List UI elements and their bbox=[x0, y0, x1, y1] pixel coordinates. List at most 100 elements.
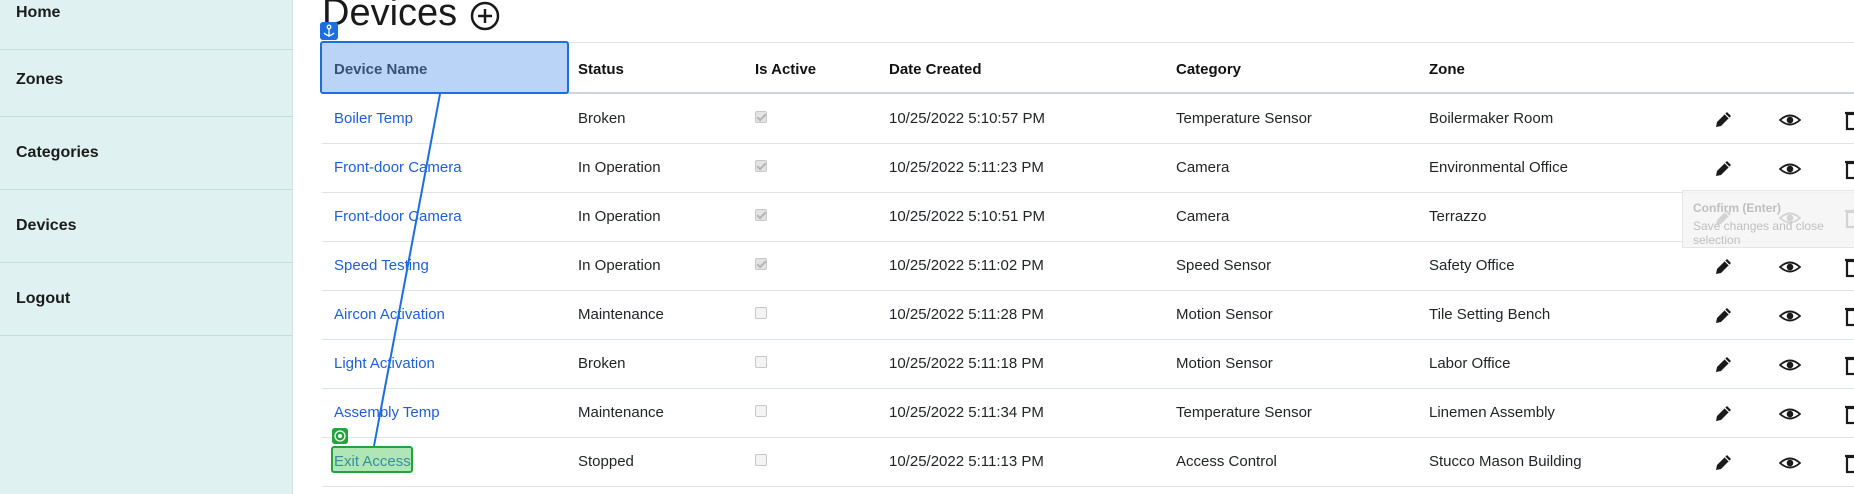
column-header-category[interactable]: Category bbox=[1176, 48, 1241, 92]
eye-icon[interactable] bbox=[1779, 403, 1801, 425]
trash-icon[interactable] bbox=[1844, 354, 1854, 376]
row-divider bbox=[322, 192, 1854, 193]
device-name-link[interactable]: Boiler Temp bbox=[334, 109, 413, 129]
sidebar-item-zones[interactable]: Zones bbox=[0, 44, 292, 117]
status-cell: Maintenance bbox=[578, 305, 664, 323]
confirm-tooltip: Confirm (Enter) Save changes and close s… bbox=[1682, 190, 1854, 248]
row-divider bbox=[322, 143, 1854, 144]
sidebar-item-home[interactable]: Home bbox=[0, 0, 292, 50]
category-cell: Temperature Sensor bbox=[1176, 109, 1312, 127]
trash-icon[interactable] bbox=[1844, 109, 1854, 131]
sidebar-item-categories[interactable]: Categories bbox=[0, 117, 292, 190]
sidebar-item-label: Home bbox=[16, 4, 61, 21]
category-cell: Motion Sensor bbox=[1176, 305, 1273, 323]
date-created-cell: 10/25/2022 5:10:51 PM bbox=[889, 207, 1045, 225]
is-active-checkbox[interactable] bbox=[755, 355, 767, 368]
trash-icon[interactable] bbox=[1844, 305, 1854, 327]
pencil-icon[interactable] bbox=[1712, 158, 1734, 180]
row-divider bbox=[322, 241, 1854, 242]
date-created-cell: 10/25/2022 5:11:34 PM bbox=[889, 403, 1044, 421]
tooltip-text: Save changes and close selection bbox=[1693, 219, 1824, 247]
date-created-cell: 10/25/2022 5:11:13 PM bbox=[889, 452, 1044, 470]
plus-circle-icon[interactable] bbox=[470, 1, 500, 31]
row-divider bbox=[322, 388, 1854, 389]
row-divider bbox=[322, 486, 1854, 487]
sidebar: Home Zones Categories Devices Logout bbox=[0, 0, 293, 494]
date-created-cell: 10/25/2022 5:10:57 PM bbox=[889, 109, 1045, 127]
trash-icon[interactable] bbox=[1844, 403, 1854, 425]
column-header-status[interactable]: Status bbox=[578, 48, 624, 92]
row-divider bbox=[322, 290, 1854, 291]
pencil-icon[interactable] bbox=[1712, 305, 1734, 327]
status-cell: In Operation bbox=[578, 207, 661, 225]
tooltip-title: Confirm (Enter) bbox=[1693, 201, 1781, 215]
is-active-checkbox[interactable] bbox=[755, 208, 767, 221]
date-created-cell: 10/25/2022 5:11:28 PM bbox=[889, 305, 1044, 323]
sidebar-item-label: Zones bbox=[16, 71, 64, 88]
category-cell: Camera bbox=[1176, 207, 1230, 225]
zone-cell: Linemen Assembly bbox=[1429, 403, 1555, 421]
eye-icon[interactable] bbox=[1779, 305, 1801, 327]
status-cell: Stopped bbox=[578, 452, 634, 470]
trash-icon[interactable] bbox=[1844, 158, 1854, 180]
device-name-link[interactable]: Front-door Camera bbox=[334, 158, 462, 178]
date-created-cell: 10/25/2022 5:11:23 PM bbox=[889, 158, 1044, 176]
date-created-cell: 10/25/2022 5:11:18 PM bbox=[889, 354, 1044, 372]
is-active-checkbox[interactable] bbox=[755, 257, 767, 270]
device-name-link[interactable]: Light Activation bbox=[334, 354, 435, 374]
trash-icon[interactable] bbox=[1844, 256, 1854, 278]
is-active-checkbox[interactable] bbox=[755, 306, 767, 319]
category-cell: Speed Sensor bbox=[1176, 256, 1272, 274]
zone-cell: Environmental Office bbox=[1429, 158, 1568, 176]
is-active-checkbox[interactable] bbox=[755, 453, 767, 466]
pencil-icon[interactable] bbox=[1712, 256, 1734, 278]
sidebar-item-label: Devices bbox=[16, 217, 77, 234]
date-created-cell: 10/25/2022 5:11:02 PM bbox=[889, 256, 1044, 274]
is-active-checkbox[interactable] bbox=[755, 404, 767, 417]
sidebar-item-label: Categories bbox=[16, 144, 99, 161]
target-icon bbox=[332, 428, 348, 444]
row-divider bbox=[322, 437, 1854, 438]
anchor-icon bbox=[320, 22, 338, 40]
is-active-checkbox[interactable] bbox=[755, 159, 767, 172]
pencil-icon[interactable] bbox=[1712, 109, 1734, 131]
is-active-checkbox[interactable] bbox=[755, 110, 767, 123]
category-cell: Camera bbox=[1176, 158, 1230, 176]
status-cell: Maintenance bbox=[578, 403, 664, 421]
zone-cell: Labor Office bbox=[1429, 354, 1511, 372]
category-cell: Temperature Sensor bbox=[1176, 403, 1312, 421]
zone-cell: Boilermaker Room bbox=[1429, 109, 1554, 127]
status-cell: In Operation bbox=[578, 256, 661, 274]
zone-cell: Tile Setting Bench bbox=[1429, 305, 1551, 323]
column-header-is-active[interactable]: Is Active bbox=[755, 48, 816, 92]
status-cell: Broken bbox=[578, 354, 626, 372]
column-header-zone[interactable]: Zone bbox=[1429, 48, 1465, 92]
eye-icon[interactable] bbox=[1779, 354, 1801, 376]
status-cell: In Operation bbox=[578, 158, 661, 176]
eye-icon[interactable] bbox=[1779, 452, 1801, 474]
selection-box bbox=[320, 41, 569, 94]
zone-cell: Terrazzo bbox=[1429, 207, 1487, 225]
zone-cell: Safety Office bbox=[1429, 256, 1515, 274]
sidebar-item-label: Logout bbox=[16, 290, 71, 307]
device-name-link[interactable]: Aircon Activation bbox=[334, 305, 445, 325]
drop-target-box bbox=[331, 446, 413, 473]
page-title: Devices bbox=[322, 0, 458, 34]
eye-icon[interactable] bbox=[1779, 158, 1801, 180]
eye-icon[interactable] bbox=[1779, 109, 1801, 131]
pencil-icon[interactable] bbox=[1712, 354, 1734, 376]
pencil-icon[interactable] bbox=[1712, 452, 1734, 474]
category-cell: Motion Sensor bbox=[1176, 354, 1273, 372]
sidebar-item-logout[interactable]: Logout bbox=[0, 263, 292, 336]
device-name-link[interactable]: Speed Testing bbox=[334, 256, 429, 276]
eye-icon[interactable] bbox=[1779, 256, 1801, 278]
sidebar-item-devices[interactable]: Devices bbox=[0, 190, 292, 263]
device-name-link[interactable]: Front-door Camera bbox=[334, 207, 462, 227]
device-name-link[interactable]: Assembly Temp bbox=[334, 403, 440, 423]
trash-icon[interactable] bbox=[1844, 452, 1854, 474]
row-divider bbox=[322, 339, 1854, 340]
status-cell: Broken bbox=[578, 109, 626, 127]
column-header-date-created[interactable]: Date Created bbox=[889, 48, 982, 92]
pencil-icon[interactable] bbox=[1712, 403, 1734, 425]
zone-cell: Stucco Mason Building bbox=[1429, 452, 1582, 470]
